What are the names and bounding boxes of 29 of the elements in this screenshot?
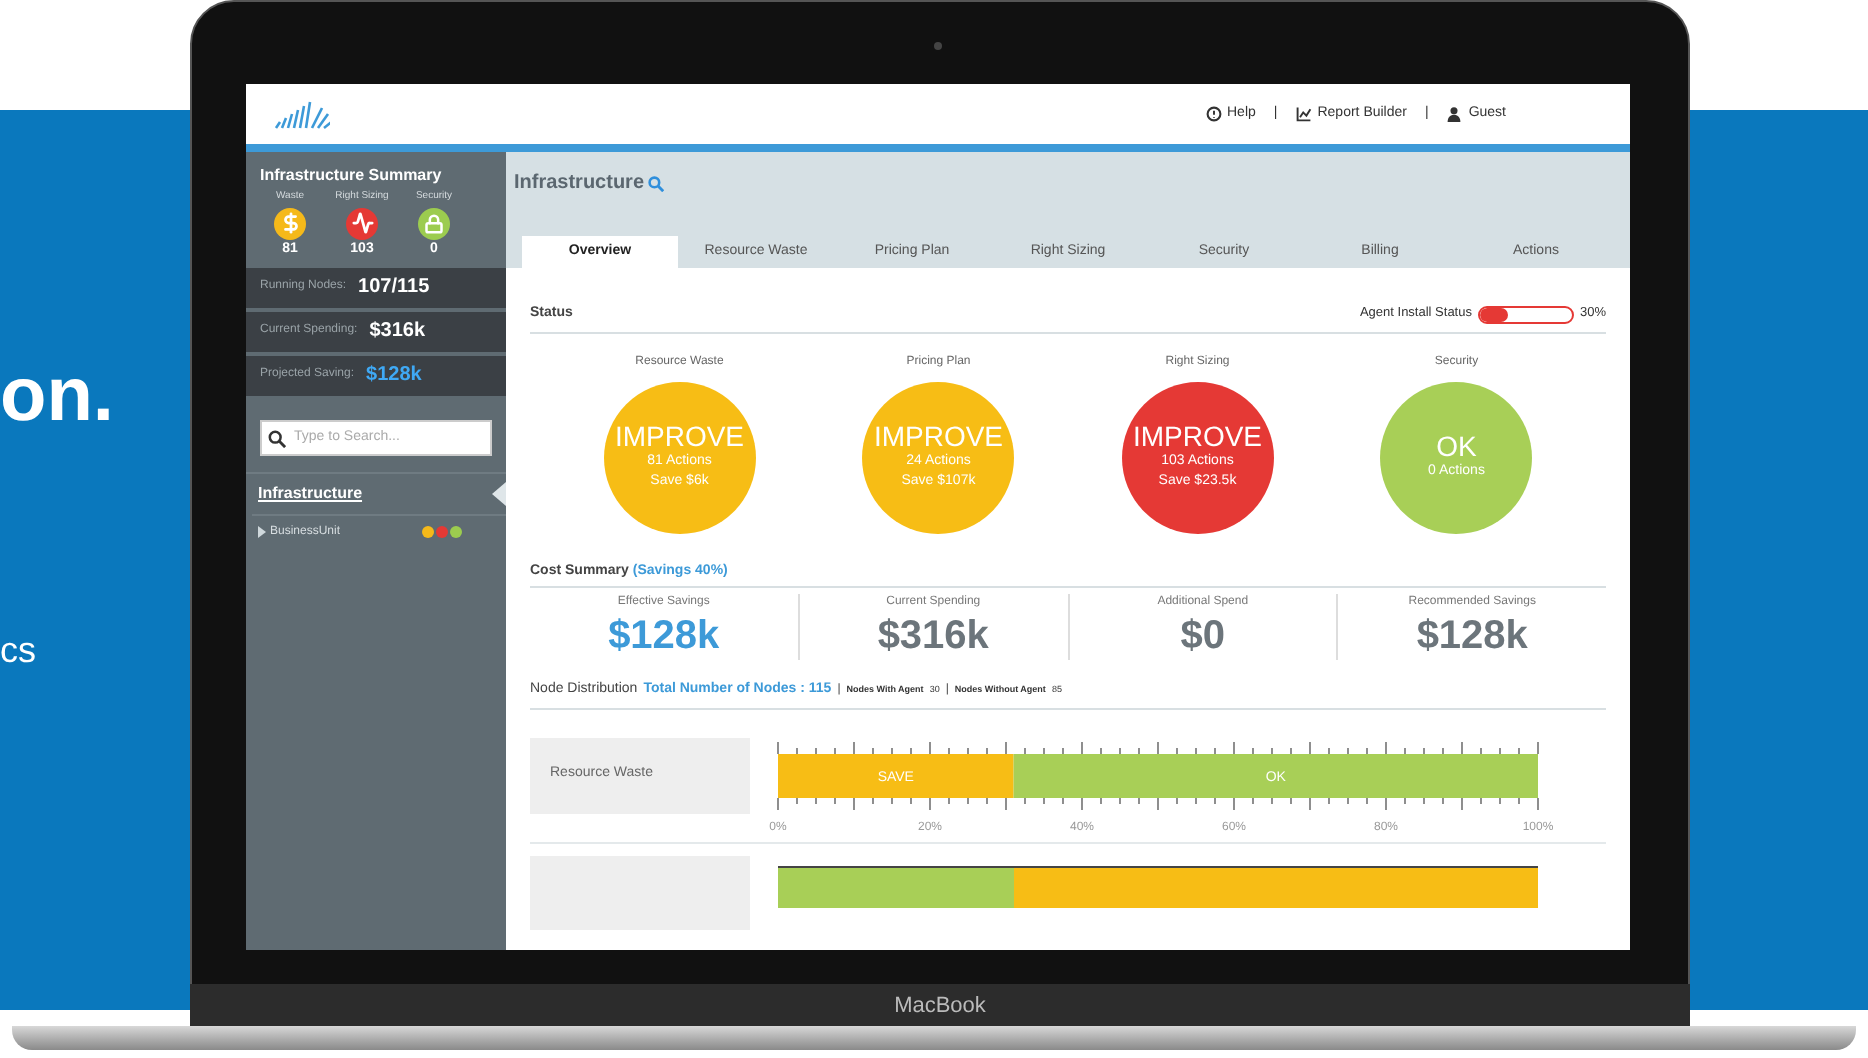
page-title: Infrastructure <box>514 170 645 198</box>
tree-item[interactable]: Infrastructure <box>252 473 506 513</box>
headline-text: on. <box>0 352 114 442</box>
lock-icon <box>418 207 450 239</box>
user-icon <box>1446 106 1463 122</box>
camera-icon <box>934 42 942 50</box>
stat-value: $128k <box>366 362 422 390</box>
selection-notch-icon <box>492 481 506 505</box>
line-chart-icon <box>1295 106 1312 122</box>
search-icon[interactable] <box>648 175 665 191</box>
brand-label: MacBook <box>894 991 986 1022</box>
cost-value: $128k <box>1416 612 1528 660</box>
sidebar-title: Infrastructure Summary <box>260 164 444 188</box>
status-verdict: IMPROVE <box>614 421 745 451</box>
status-verdict: IMPROVE <box>873 421 1004 451</box>
pulse-icon <box>346 207 378 239</box>
cost-value: $128k <box>608 612 720 660</box>
stat-value: 107/115 <box>358 274 430 302</box>
cost-value: $0 <box>1180 612 1225 660</box>
cost-value: $316k <box>877 612 989 660</box>
expand-caret-icon[interactable] <box>258 526 266 538</box>
search-icon <box>268 429 286 447</box>
subtext: cs <box>0 628 36 674</box>
status-verdict: IMPROVE <box>1132 421 1263 451</box>
stat-value: $316k <box>369 318 426 346</box>
help-icon <box>1205 106 1221 122</box>
status-verdict: OK <box>1436 431 1477 462</box>
dollar-icon <box>274 207 306 239</box>
logo-icon <box>270 98 330 130</box>
